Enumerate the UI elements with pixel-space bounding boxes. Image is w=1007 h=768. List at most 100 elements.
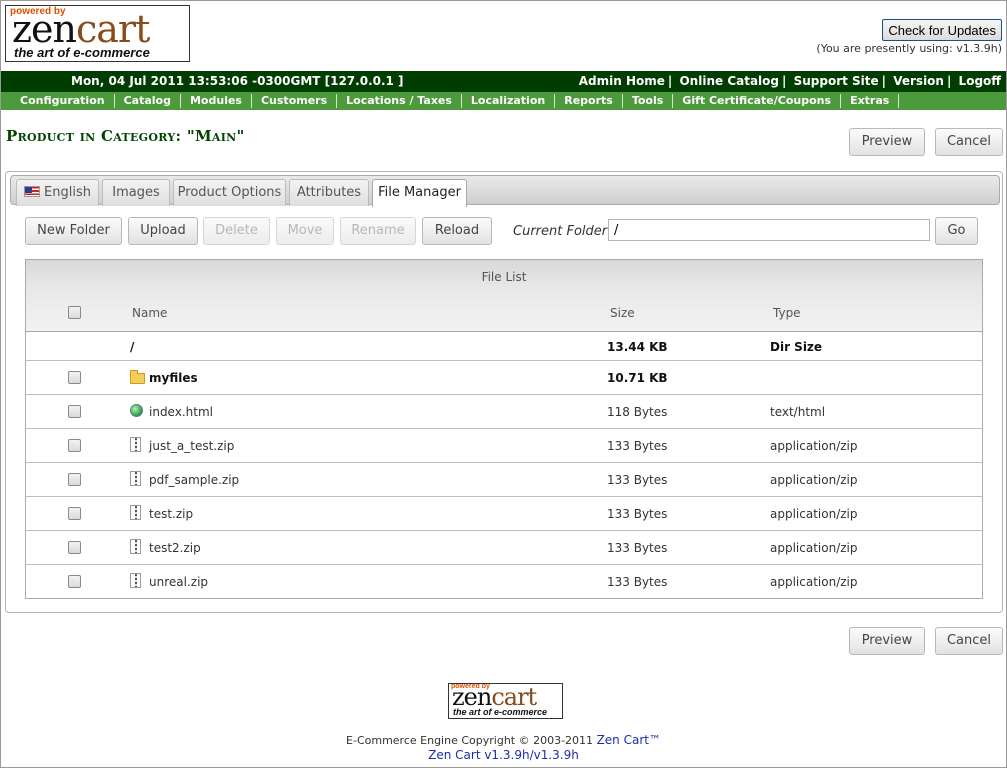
table-row[interactable]: myfiles 10.71 KB: [26, 361, 982, 395]
row-checkbox[interactable]: [68, 405, 81, 418]
footer-copyright: E-Commerce Engine Copyright © 2003-2011 …: [1, 733, 1006, 763]
logoff-link[interactable]: Logoff: [959, 74, 1001, 88]
zip-icon: [130, 437, 141, 452]
row-type: Dir Size: [770, 340, 823, 354]
row-checkbox[interactable]: [68, 439, 81, 452]
row-type: application/zip: [770, 439, 858, 453]
tab-images[interactable]: Images: [102, 179, 170, 206]
cancel-button-top[interactable]: Cancel: [935, 128, 1003, 156]
admin-topbar: Mon, 04 Jul 2011 13:53:06 -0300GMT [127.…: [1, 71, 1006, 92]
tab-file-manager[interactable]: File Manager: [372, 179, 467, 207]
zen-cart-version-link[interactable]: Zen Cart v1.3.9h/v1.3.9h: [428, 748, 579, 762]
reload-button[interactable]: Reload: [422, 217, 492, 245]
server-datetime: Mon, 04 Jul 2011 13:53:06 -0300GMT [127.…: [71, 74, 404, 88]
row-name: /: [130, 340, 135, 354]
row-checkbox[interactable]: [68, 541, 81, 554]
tab-product-options[interactable]: Product Options: [173, 179, 286, 206]
table-row[interactable]: just_a_test.zip 133 Bytes application/zi…: [26, 429, 982, 463]
topbar-links: Admin Home | Online Catalog | Support Site…: [578, 74, 1001, 88]
zip-icon: [130, 573, 141, 588]
page-title: Product in Category: "Main": [6, 127, 245, 145]
zip-icon: [130, 539, 141, 554]
row-name[interactable]: index.html: [149, 405, 213, 419]
row-size: 133 Bytes: [607, 541, 668, 555]
copyright-text: E-Commerce Engine Copyright © 2003-2011: [346, 734, 594, 747]
globe-icon: [130, 404, 143, 417]
logo-wordmark: zencart: [12, 7, 150, 51]
row-checkbox[interactable]: [68, 473, 81, 486]
footer-zen-cart-logo[interactable]: powered by zencart the art of e-commerce: [448, 683, 563, 719]
version-link[interactable]: Version: [893, 74, 944, 88]
row-type: text/html: [770, 405, 826, 419]
menu-locations-taxes[interactable]: Locations / Taxes: [337, 94, 462, 108]
cancel-button-bottom[interactable]: Cancel: [935, 627, 1003, 655]
row-checkbox[interactable]: [68, 507, 81, 520]
menu-tools[interactable]: Tools: [623, 94, 674, 108]
table-row[interactable]: index.html 118 Bytes text/html: [26, 395, 982, 429]
column-size[interactable]: Size: [610, 306, 635, 320]
row-name[interactable]: pdf_sample.zip: [149, 473, 239, 487]
check-for-updates-button[interactable]: Check for Updates: [882, 19, 1002, 41]
row-name[interactable]: test.zip: [149, 507, 193, 521]
header: powered by zencart the art of e-commerce…: [1, 1, 1006, 71]
rename-button[interactable]: Rename: [340, 217, 416, 245]
menu-modules[interactable]: Modules: [181, 94, 252, 108]
online-catalog-link[interactable]: Online Catalog: [679, 74, 779, 88]
row-name[interactable]: test2.zip: [149, 541, 201, 555]
admin-home-link[interactable]: Admin Home: [579, 74, 665, 88]
menu-localization[interactable]: Localization: [462, 94, 556, 108]
row-size: 13.44 KB: [607, 340, 668, 354]
menu-gift-certificates[interactable]: Gift Certificate/Coupons: [673, 94, 842, 108]
column-name[interactable]: Name: [132, 306, 167, 320]
preview-button-top[interactable]: Preview: [849, 128, 925, 156]
row-size: 133 Bytes: [607, 439, 668, 453]
zen-cart-logo[interactable]: powered by zencart the art of e-commerce: [5, 5, 190, 62]
row-name[interactable]: unreal.zip: [149, 575, 208, 589]
product-panel: English Images Product Options Attribute…: [5, 171, 1003, 613]
preview-button-bottom[interactable]: Preview: [849, 627, 925, 655]
zip-icon: [130, 505, 141, 520]
tab-english[interactable]: English: [16, 179, 99, 206]
us-flag-icon: [24, 186, 41, 197]
zip-icon: [130, 471, 141, 486]
upload-button[interactable]: Upload: [128, 217, 198, 245]
menu-customers[interactable]: Customers: [252, 94, 338, 108]
tab-bar: English Images Product Options Attribute…: [10, 175, 1000, 207]
row-size: 133 Bytes: [607, 473, 668, 487]
move-button[interactable]: Move: [276, 217, 334, 245]
menu-extras[interactable]: Extras: [841, 94, 900, 108]
row-checkbox[interactable]: [68, 575, 81, 588]
row-size: 133 Bytes: [607, 507, 668, 521]
file-list-header: File List Name Size Type: [26, 260, 982, 332]
folder-icon: [130, 370, 145, 384]
go-button[interactable]: Go: [935, 217, 978, 245]
row-checkbox[interactable]: [68, 371, 81, 384]
row-size: 10.71 KB: [607, 371, 668, 385]
row-size: 118 Bytes: [607, 405, 668, 419]
row-type: application/zip: [770, 473, 858, 487]
menu-configuration[interactable]: Configuration: [11, 94, 115, 108]
delete-button[interactable]: Delete: [203, 217, 270, 245]
new-folder-button[interactable]: New Folder: [25, 217, 122, 245]
table-row[interactable]: unreal.zip 133 Bytes application/zip: [26, 565, 982, 599]
select-all-checkbox[interactable]: [68, 306, 81, 319]
table-row[interactable]: test2.zip 133 Bytes application/zip: [26, 531, 982, 565]
zen-cart-link[interactable]: Zen Cart™: [597, 733, 661, 747]
table-row[interactable]: pdf_sample.zip 133 Bytes application/zip: [26, 463, 982, 497]
row-name[interactable]: myfiles: [149, 371, 198, 385]
version-info: (You are presently using: v1.3.9h): [816, 42, 1002, 55]
column-type[interactable]: Type: [773, 306, 801, 320]
tab-attributes[interactable]: Attributes: [289, 179, 369, 206]
current-folder-input[interactable]: [608, 219, 930, 241]
row-type: application/zip: [770, 575, 858, 589]
file-list-table: File List Name Size Type / 13.44 KB Dir …: [25, 259, 983, 599]
support-site-link[interactable]: Support Site: [794, 74, 879, 88]
menu-reports[interactable]: Reports: [555, 94, 623, 108]
logo-tagline: the art of e-commerce: [14, 45, 150, 60]
table-row[interactable]: test.zip 133 Bytes application/zip: [26, 497, 982, 531]
table-row: / 13.44 KB Dir Size: [26, 333, 982, 361]
row-size: 133 Bytes: [607, 575, 668, 589]
file-list-title: File List: [481, 270, 527, 284]
row-name[interactable]: just_a_test.zip: [149, 439, 234, 453]
menu-catalog[interactable]: Catalog: [115, 94, 181, 108]
